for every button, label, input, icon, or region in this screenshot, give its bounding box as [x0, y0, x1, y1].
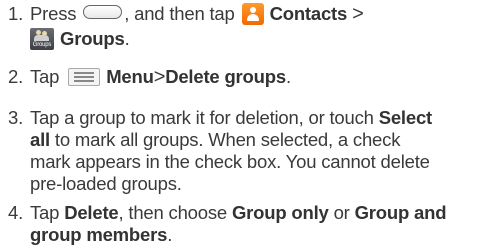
step-2: 2. Tap Menu>Delete groups. [8, 66, 291, 88]
group-only-label: Group only [231, 202, 329, 223]
contacts-label: Contacts [269, 3, 348, 24]
step-text: Tap a group to mark it for deletion, or … [30, 107, 374, 128]
punctuation: . [285, 66, 291, 87]
punctuation: . [124, 28, 130, 49]
all-label: all [30, 129, 50, 150]
step-text: mark appears in the check box. You canno… [30, 151, 430, 172]
step-number: 3. [8, 107, 24, 128]
contacts-icon [241, 3, 264, 25]
step-number: 2. [8, 66, 24, 87]
step-3: 3. Tap a group to mark it for deletion, o… [8, 107, 432, 195]
groups-icon: Groups [30, 28, 54, 50]
menu-icon [68, 68, 101, 86]
step-text: pre-loaded groups. [30, 173, 182, 194]
step-1: 1. Press , and then tap Contacts > Groups… [8, 3, 364, 50]
step-number: 4. [8, 202, 24, 223]
step-text: Tap [30, 202, 60, 223]
groups-label: Groups [60, 28, 125, 49]
step-text: Tap [30, 66, 60, 87]
select-label: Select [378, 107, 433, 128]
delete-groups-label: Delete groups [165, 66, 286, 87]
step-text: , then choose [118, 202, 228, 223]
delete-label: Delete [64, 202, 119, 223]
step-text: Press [30, 3, 77, 24]
step-4: 4. Tap Delete, then choose Group only or … [8, 202, 447, 246]
separator: > [153, 66, 166, 88]
step-text: or [333, 202, 350, 223]
group-members-label: group members [30, 224, 168, 245]
step-text: to mark all groups. When selected, a che… [54, 129, 401, 150]
separator: > [352, 3, 364, 25]
home-key-icon [83, 5, 123, 19]
step-number: 1. [8, 3, 24, 24]
step-text: , and then tap [124, 3, 235, 24]
punctuation: . [167, 224, 173, 245]
group-and-label: Group and [354, 202, 447, 223]
menu-label: Menu [106, 66, 154, 87]
